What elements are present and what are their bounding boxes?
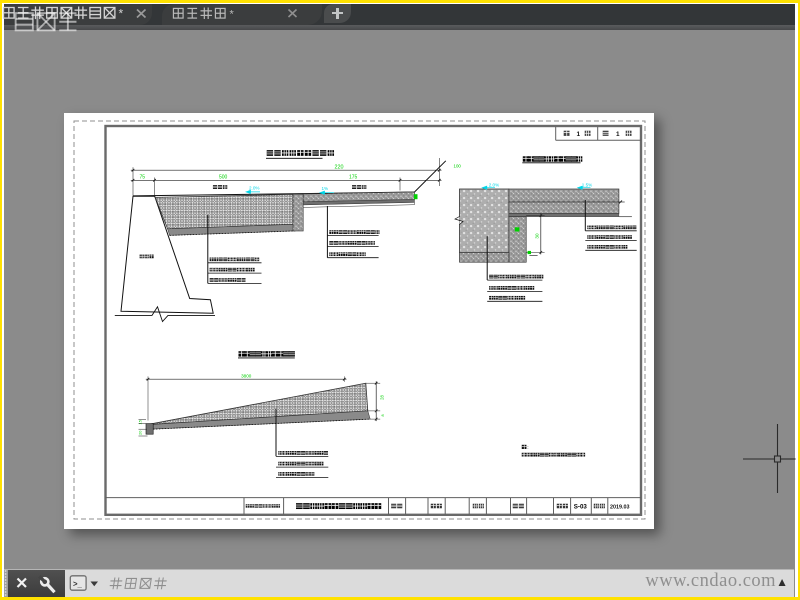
svg-text:1: 1 xyxy=(577,131,581,138)
svg-text:20: 20 xyxy=(138,430,143,435)
svg-text:8: 8 xyxy=(381,414,385,416)
svg-text:30: 30 xyxy=(535,233,540,239)
svg-text:100: 100 xyxy=(454,164,462,169)
svg-text:500: 500 xyxy=(219,175,228,181)
svg-text:2.0%: 2.0% xyxy=(249,185,259,190)
svg-text:1.5%: 1.5% xyxy=(582,182,592,187)
svg-text:*: * xyxy=(230,9,235,21)
svg-text:*: * xyxy=(119,7,124,21)
svg-text:S-03: S-03 xyxy=(574,504,588,511)
svg-text:2.0%: 2.0% xyxy=(489,182,499,187)
svg-text:28: 28 xyxy=(379,395,384,400)
svg-text:2019.03: 2019.03 xyxy=(610,504,630,510)
svg-text:220: 220 xyxy=(335,165,344,171)
svg-text:1: 1 xyxy=(616,131,620,138)
svg-text:75: 75 xyxy=(140,175,146,181)
svg-text:175: 175 xyxy=(349,175,358,181)
svg-text:>_: >_ xyxy=(73,580,83,589)
svg-text:1%: 1% xyxy=(322,186,329,191)
svg-text::: : xyxy=(527,445,528,451)
svg-text:3800: 3800 xyxy=(241,374,252,379)
